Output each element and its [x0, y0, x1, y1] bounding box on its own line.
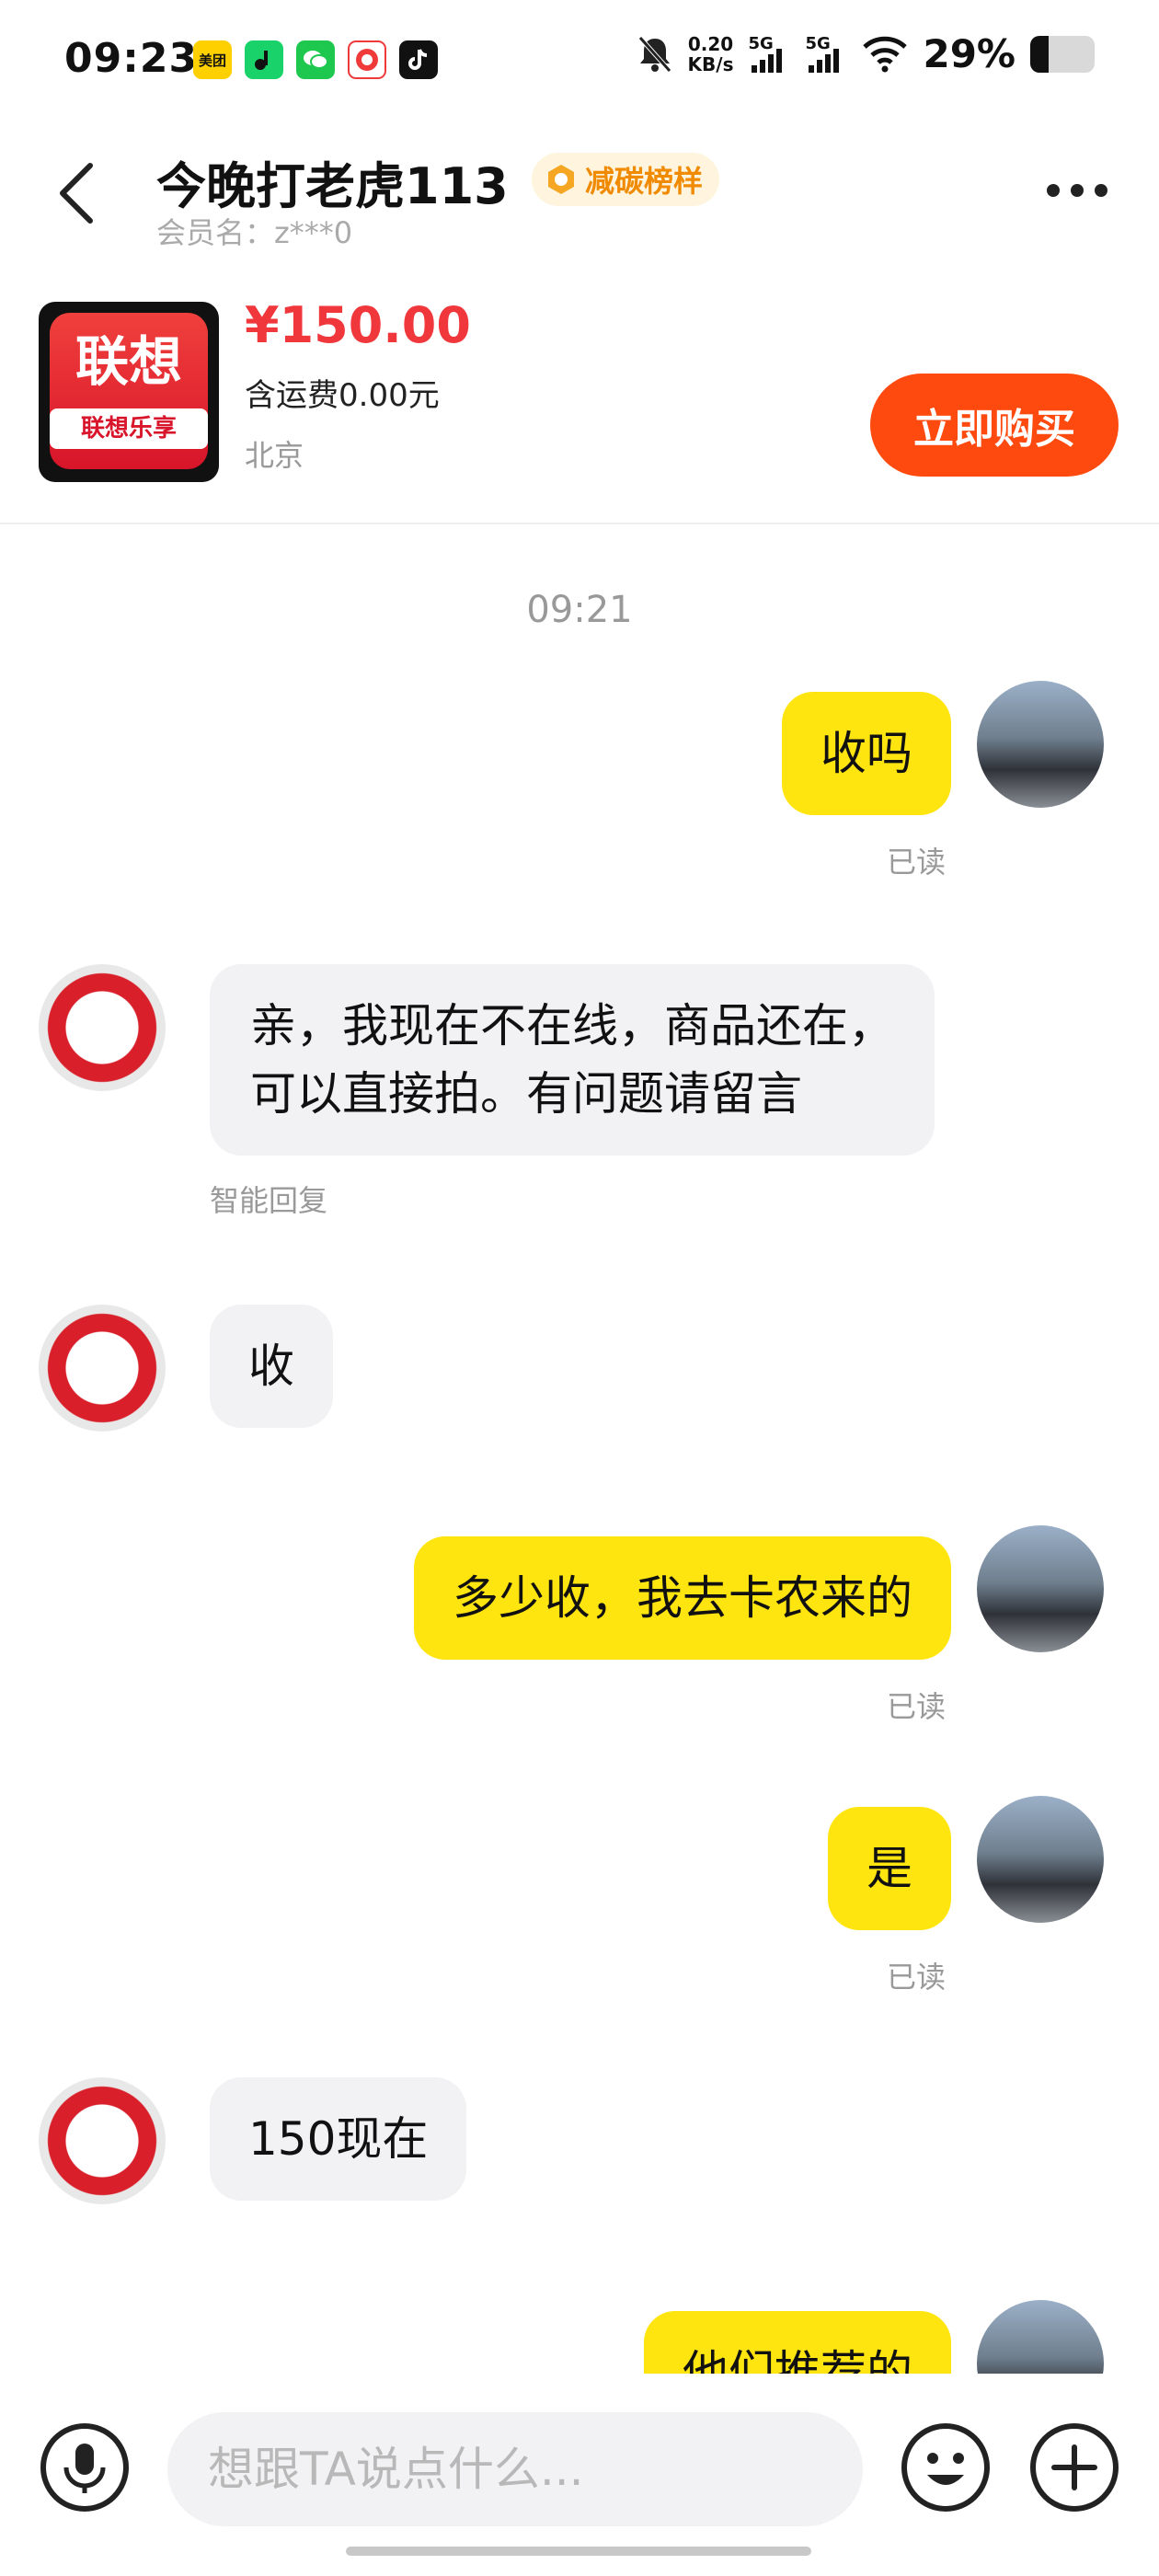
- music-app-icon: [245, 40, 283, 79]
- chat-header: 今晚打老虎113 减碳榜样 会员名：z***0: [0, 129, 1159, 258]
- message-bubble-me[interactable]: 他们推荐的: [644, 2311, 951, 2383]
- mute-bell-icon: [637, 35, 671, 73]
- tiktok-icon: [399, 40, 438, 79]
- product-shipping: 含运费0.00元: [245, 377, 440, 414]
- chevron-left-icon: [60, 163, 93, 224]
- home-indicator[interactable]: [346, 2547, 811, 2556]
- read-status: 已读: [886, 1689, 946, 1724]
- signal-bars-icon: [809, 48, 840, 73]
- voice-button[interactable]: [39, 2421, 131, 2513]
- meituan-icon-label: 美团: [198, 52, 226, 69]
- message-bubble-me[interactable]: 多少收，我去卡农来的: [414, 1536, 951, 1660]
- message-line: 可以直接拍。有问题请留言: [250, 1067, 802, 1121]
- product-brand-strip: 联想乐享: [50, 408, 208, 449]
- member-name: 会员名：z***0: [156, 215, 353, 250]
- message-line: 亲，我现在不在线，商品还在，: [250, 999, 894, 1052]
- more-options-button[interactable]: [1047, 184, 1107, 197]
- plus-icon: [1030, 2423, 1119, 2512]
- status-time: 09:23: [64, 35, 199, 82]
- battery-fill: [1030, 35, 1050, 73]
- dot-icon: [1047, 184, 1060, 197]
- dot-icon: [1095, 184, 1107, 197]
- read-status: 已读: [886, 1960, 946, 1995]
- my-avatar[interactable]: [977, 2300, 1104, 2383]
- game-app-icon: [348, 40, 386, 79]
- dot-icon: [1071, 184, 1084, 197]
- message-input[interactable]: [167, 2412, 863, 2526]
- my-avatar[interactable]: [977, 1796, 1104, 1923]
- status-bar: 09:23 美团 0.20 KB/s 5G 5G 29%: [0, 0, 1159, 120]
- my-avatar[interactable]: [977, 681, 1104, 808]
- message-bubble-them[interactable]: 150现在: [210, 2077, 467, 2201]
- product-price: ¥150.00: [245, 296, 471, 354]
- leaf-badge-icon: [548, 165, 574, 194]
- speed-value: 0.20: [687, 32, 734, 55]
- input-bar: [0, 2374, 1159, 2576]
- wechat-icon: [296, 40, 335, 79]
- my-avatar[interactable]: [977, 1525, 1104, 1652]
- emoji-button[interactable]: [900, 2421, 992, 2513]
- product-card[interactable]: 联想 联想乐享 ¥150.00 含运费0.00元 北京 立即购买: [0, 276, 1159, 524]
- product-brand-text: 联想: [75, 330, 182, 393]
- signal-5g-2: 5G: [805, 34, 847, 75]
- seller-avatar[interactable]: [39, 1305, 166, 1432]
- signal-5g-1: 5G: [748, 34, 790, 75]
- chat-title[interactable]: 今晚打老虎113: [156, 145, 509, 218]
- seller-avatar[interactable]: [39, 2077, 166, 2204]
- more-actions-button[interactable]: [1028, 2421, 1120, 2513]
- speed-unit: KB/s: [687, 52, 734, 75]
- network-speed: 0.20 KB/s: [688, 34, 734, 75]
- status-right: 0.20 KB/s 5G 5G 29%: [637, 31, 1095, 76]
- signal-bars-icon: [752, 48, 783, 73]
- message-bubble-me[interactable]: 收吗: [782, 692, 951, 815]
- wifi-icon: [863, 36, 908, 72]
- seller-avatar[interactable]: [39, 964, 166, 1091]
- badge-label: 减碳榜样: [585, 164, 704, 199]
- back-button[interactable]: [52, 156, 107, 230]
- message-bubble-me[interactable]: 是: [828, 1807, 951, 1930]
- battery-icon: [1030, 35, 1095, 73]
- battery-percent: 29%: [923, 31, 1016, 76]
- buy-now-button[interactable]: 立即购买: [870, 374, 1119, 477]
- carbon-badge[interactable]: 减碳榜样: [532, 153, 720, 206]
- message-row: 他们推荐的: [0, 2300, 1159, 2383]
- chat-timestamp: 09:21: [526, 589, 633, 631]
- microphone-icon: [40, 2423, 129, 2512]
- auto-reply-label: 智能回复: [210, 1183, 328, 1218]
- notification-app-icons: 美团: [193, 40, 438, 79]
- smiley-icon: [901, 2423, 990, 2512]
- message-bubble-them[interactable]: 亲，我现在不在线，商品还在， 可以直接拍。有问题请留言: [210, 964, 935, 1156]
- product-location: 北京: [245, 438, 304, 473]
- read-status: 已读: [886, 845, 946, 880]
- meituan-icon: 美团: [193, 40, 232, 79]
- product-image[interactable]: 联想 联想乐享: [39, 302, 219, 482]
- message-bubble-them[interactable]: 收: [210, 1305, 333, 1428]
